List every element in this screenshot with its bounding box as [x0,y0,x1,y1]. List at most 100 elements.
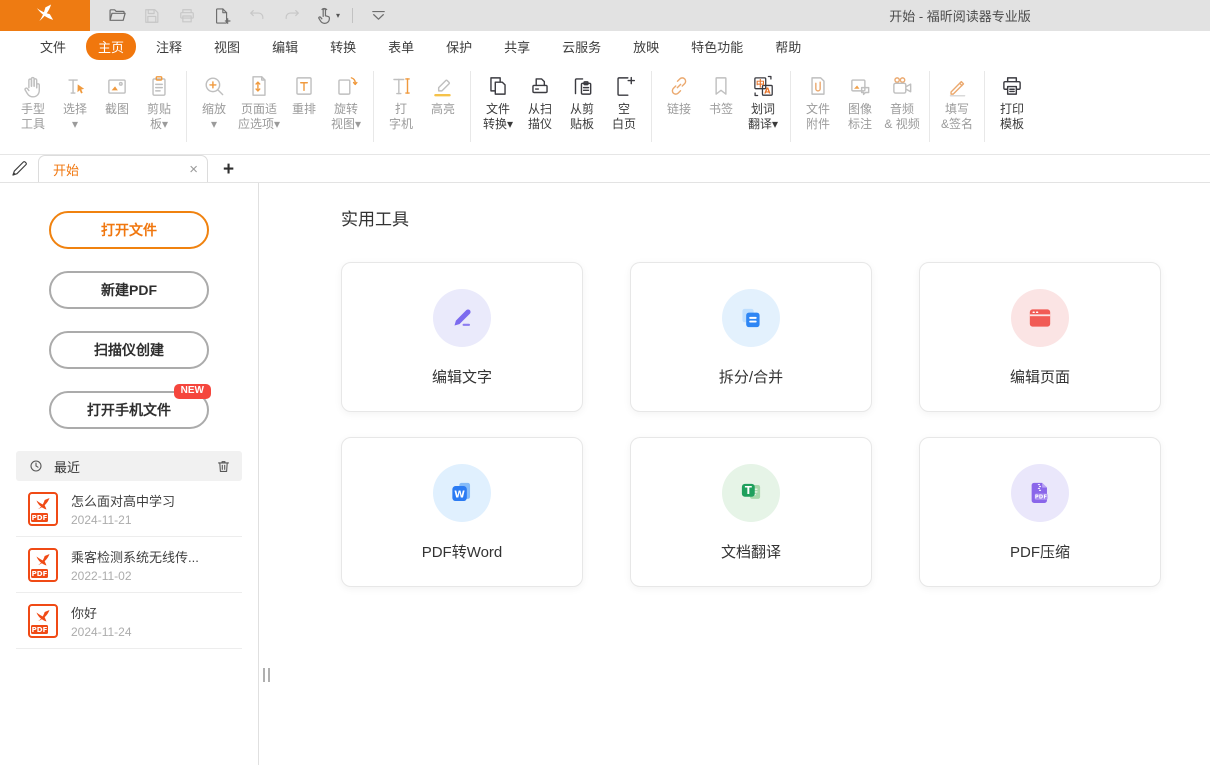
close-tab-icon[interactable]: × [189,162,198,177]
zoom-icon [201,70,227,102]
new-badge: NEW [174,384,211,399]
ribbon-group-divider [186,71,187,142]
open-file-button[interactable]: 打开文件 [49,211,209,249]
ribbon-item-label: 音频 [890,102,914,117]
ribbon-item-label: & 视频 [884,117,919,132]
clock-icon [28,458,44,474]
ribbon-item-label: 工具 [21,117,45,132]
ribbon-from-clipboard-button[interactable]: 从剪 贴板 [561,68,603,152]
tab-protect[interactable]: 保护 [434,33,484,60]
ribbon-from-scanner-button[interactable]: 从扫 描仪 [519,68,561,152]
new-document-icon[interactable] [209,4,235,28]
tab-present[interactable]: 放映 [621,33,671,60]
scanner-create-button[interactable]: 扫描仪创建 [49,331,209,369]
ribbon-item-label: 转换▾ [483,117,513,132]
ribbon-item-label: 划词 [751,102,775,117]
recent-file-row[interactable]: PDF 怎么面对高中学习 2024-11-21 [16,481,242,537]
ribbon-page-fit-button[interactable]: 页面适 应选项▾ [235,68,283,152]
pdf-compress-icon: PDF [1011,464,1069,522]
card-pdf-to-word[interactable]: W PDF转Word [341,437,583,587]
tab-comment[interactable]: 注释 [144,33,194,60]
svg-text:W: W [454,490,465,501]
print-template-icon [999,70,1025,102]
save-icon[interactable] [139,4,165,28]
main-panel: 实用工具 编辑文字 [259,183,1210,765]
ribbon-item-label: 从剪 [570,102,594,117]
document-translate-icon: T [722,464,780,522]
customize-toolbar-icon[interactable] [365,4,391,28]
ribbon-item-label: 链接 [667,102,691,117]
recent-file-row[interactable]: PDF 你好 2024-11-24 [16,593,242,649]
quick-access-toolbar: ▾ [104,4,391,28]
new-pdf-button[interactable]: 新建PDF [49,271,209,309]
tab-cloud[interactable]: 云服务 [550,33,613,60]
ribbon-link-button[interactable]: 链接 [658,68,700,152]
ribbon-item-label: 旋转 [334,102,358,117]
pencil-icon[interactable] [0,155,38,182]
undo-icon[interactable] [244,4,270,28]
hand-tool-icon [20,70,46,102]
doc-tab-start[interactable]: 开始 × [38,155,208,182]
recent-file-row[interactable]: PDF 乘客检测系统无线传... 2022-11-02 [16,537,242,593]
ribbon-bookmark-button[interactable]: 书签 [700,68,742,152]
ribbon-snapshot-button[interactable]: 截图 [96,68,138,152]
app-logo[interactable] [0,0,90,31]
open-mobile-file-label: 打开手机文件 [87,402,171,418]
ribbon-blank-page-button[interactable]: 空 白页 [603,68,645,152]
open-mobile-file-button[interactable]: 打开手机文件 NEW [49,391,209,429]
new-tab-button[interactable]: + [223,160,234,179]
ribbon-audio-video-button[interactable]: 音频 & 视频 [881,68,923,152]
from-scanner-icon [527,70,553,102]
card-split-merge[interactable]: 拆分/合并 [630,262,872,412]
ribbon-item-label: &签名 [941,117,973,132]
tab-help[interactable]: 帮助 [763,33,813,60]
ribbon-clipboard-button[interactable]: 剪贴 板▾ [138,68,180,152]
ribbon-item-label: 描仪 [528,117,552,132]
edit-pages-icon [1011,289,1069,347]
ribbon-file-attachment-button[interactable]: 文件 附件 [797,68,839,152]
sidebar-resize-handle[interactable] [263,668,270,682]
tab-features[interactable]: 特色功能 [679,33,755,60]
card-document-translate[interactable]: T 文档翻译 [630,437,872,587]
svg-text:A: A [764,85,771,95]
blank-page-icon [611,70,637,102]
ribbon-zoom-button[interactable]: 缩放 ▾ [193,68,235,152]
ribbon-reflow-button[interactable]: 重排 [283,68,325,152]
pdf-file-icon: PDF [28,604,58,638]
tab-home[interactable]: 主页 [86,33,136,60]
svg-text:T: T [745,486,752,497]
ribbon-convert-files-button[interactable]: 文件 转换▾ [477,68,519,152]
tab-edit[interactable]: 编辑 [260,33,310,60]
from-clipboard-icon [569,70,595,102]
tab-convert[interactable]: 转换 [318,33,368,60]
card-edit-text[interactable]: 编辑文字 [341,262,583,412]
card-pdf-compress[interactable]: PDF PDF压缩 [919,437,1161,587]
sidebar: 打开文件 新建PDF 扫描仪创建 打开手机文件 NEW 最近 [0,183,259,765]
ribbon-item-label: 模板 [1000,117,1024,132]
title-bar: ▾ 开始 - 福昕阅读器专业版 [0,0,1210,31]
card-label: PDF转Word [422,541,503,562]
ribbon-fill-sign-button[interactable]: 填写 &签名 [936,68,978,152]
ribbon-hand-tool-button[interactable]: 手型 工具 [12,68,54,152]
ribbon-print-template-button[interactable]: 打印 模板 [991,68,1033,152]
redo-icon[interactable] [279,4,305,28]
ribbon-translate-button[interactable]: 中 A 划词 翻译▾ [742,68,784,152]
ribbon-rotate-view-button[interactable]: 旋转 视图▾ [325,68,367,152]
open-folder-icon[interactable] [104,4,130,28]
tab-file[interactable]: 文件 [28,33,78,60]
ribbon-typewriter-button[interactable]: 打 字机 [380,68,422,152]
clipboard-icon [146,70,172,102]
ribbon-select-button[interactable]: 选择 ▾ [54,68,96,152]
tab-form[interactable]: 表单 [376,33,426,60]
trash-icon[interactable] [215,458,232,475]
print-icon[interactable] [174,4,200,28]
ribbon-highlight-button[interactable]: 高亮 [422,68,464,152]
tab-view[interactable]: 视图 [202,33,252,60]
ribbon-image-annotation-button[interactable]: 图像 标注 [839,68,881,152]
translate-icon: 中 A [750,70,776,102]
tab-share[interactable]: 共享 [492,33,542,60]
hand-pointer-icon[interactable]: ▾ [314,4,340,28]
window-title: 开始 - 福昕阅读器专业版 [800,6,1120,25]
tool-cards-grid: 编辑文字 拆分/合并 [341,262,1210,587]
card-edit-pages[interactable]: 编辑页面 [919,262,1161,412]
